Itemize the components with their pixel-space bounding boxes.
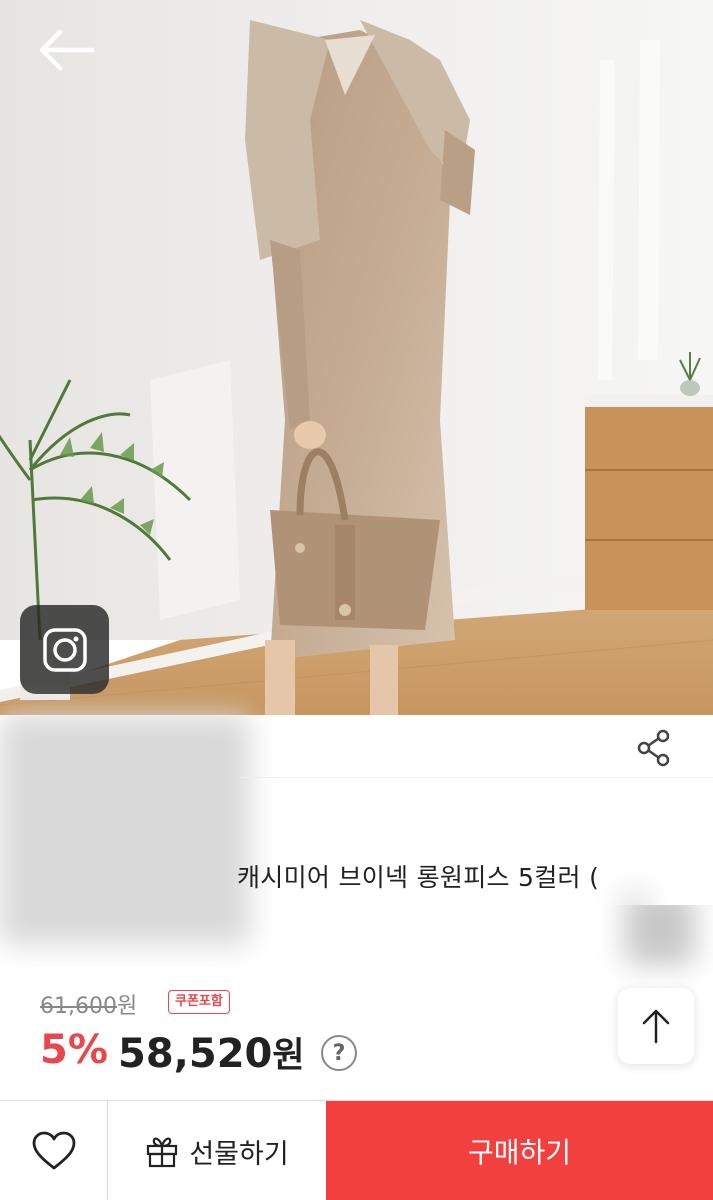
share-button[interactable]: [628, 724, 680, 772]
sale-price-value: 58,520: [118, 1031, 273, 1077]
heart-icon: [32, 1131, 75, 1170]
arrow-left-icon: [39, 29, 95, 71]
back-button[interactable]: [30, 22, 102, 78]
buy-button-label: 구매하기: [467, 1136, 572, 1169]
gift-button-label: 선물하기: [189, 1138, 289, 1170]
arrow-up-icon: [642, 1009, 670, 1044]
instagram-button[interactable]: [20, 605, 109, 694]
scroll-top-button[interactable]: [618, 988, 694, 1064]
bottom-action-bar: 선물하기 구매하기: [0, 1100, 713, 1200]
product-title: 캐시미어 브이넥 롱원피스 5컬러 (: [237, 863, 600, 892]
original-price-unit: 원: [116, 994, 138, 1019]
blurred-store-area: [0, 715, 250, 945]
original-price-value: 61,600: [40, 994, 117, 1019]
price-help-button[interactable]: ?: [321, 1035, 357, 1071]
original-price: 61,600원: [40, 988, 137, 1020]
divider: [240, 777, 713, 778]
coupon-badge: 쿠폰포함: [168, 990, 230, 1014]
product-image: [0, 0, 713, 715]
share-icon: [637, 729, 670, 767]
sale-price: 58,520원: [118, 1027, 305, 1078]
title-fade-overlay: [600, 845, 713, 905]
gift-button[interactable]: 선물하기: [108, 1101, 326, 1200]
buy-button[interactable]: 구매하기: [326, 1101, 713, 1200]
gift-icon: [147, 1137, 178, 1168]
discount-rate: 5%: [40, 1027, 108, 1073]
sale-price-unit: 원: [272, 1036, 305, 1076]
wishlist-button[interactable]: [0, 1101, 108, 1200]
instagram-icon: [42, 627, 87, 672]
product-photo-illustration: [0, 0, 713, 715]
